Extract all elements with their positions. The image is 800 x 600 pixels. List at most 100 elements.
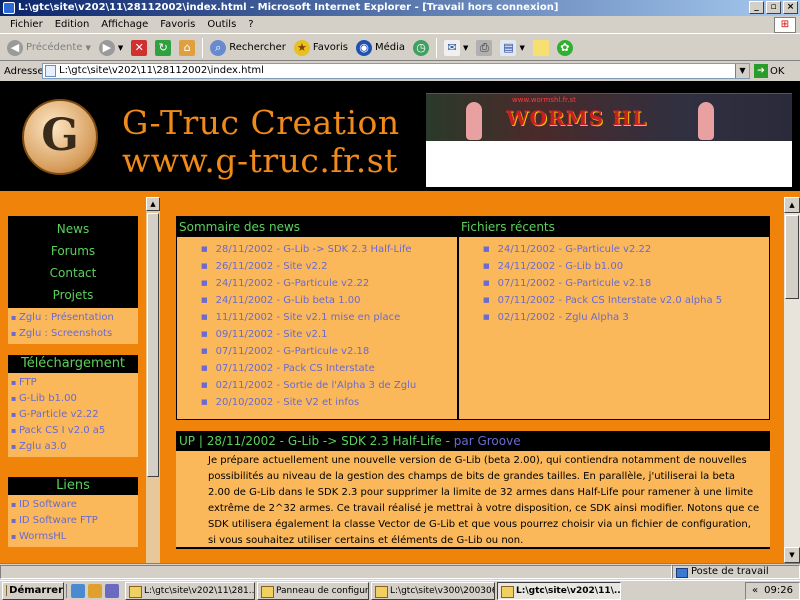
address-input[interactable]: L:\gtc\site\v202\11\28112002\index.html … (42, 63, 750, 79)
tray-expand-button[interactable]: « (752, 585, 758, 596)
media-quicklaunch-icon[interactable] (105, 583, 119, 598)
banner-title: WORMS HL (506, 106, 648, 130)
start-button[interactable]: Démarrer (2, 581, 64, 600)
nav-forums[interactable]: Forums (8, 240, 138, 262)
system-tray: « 09:26 (745, 581, 800, 600)
recent-files-column: Fichiers récents 24/11/2002 - G-Particul… (459, 217, 769, 419)
menu-fichier[interactable]: Fichier (4, 19, 49, 30)
menu-affichage[interactable]: Affichage (95, 19, 154, 30)
wormshl-banner[interactable]: www.wormshl.fr.st WORMS HL (426, 93, 792, 141)
browser-window: L:\gtc\site\v202\11\28112002\index.html … (0, 0, 800, 600)
news-link[interactable]: 07/11/2002 - Pack CS Interstate (201, 360, 457, 377)
search-icon: ⌕ (210, 39, 227, 56)
news-summary-column: Sommaire des news 28/11/2002 - G-Lib -> … (177, 217, 457, 419)
scroll-thumb[interactable] (147, 213, 159, 477)
title-bar: L:\gtc\site\v202\11\28112002\index.html … (0, 0, 800, 16)
history-button[interactable]: ◷ (410, 37, 432, 59)
article-author-link[interactable]: par Groove (454, 434, 521, 448)
media-button[interactable]: ◉ Média (353, 37, 408, 59)
file-link[interactable]: 24/11/2002 - G-Lib b1.00 (483, 258, 769, 275)
projet-link[interactable]: Zglu : Screenshots (11, 326, 135, 342)
favorites-button[interactable]: ★ Favoris (291, 37, 351, 59)
close-button[interactable]: × (783, 1, 798, 14)
search-button[interactable]: ⌕ Rechercher (207, 37, 289, 59)
projet-link[interactable]: Zglu : Présentation (11, 310, 135, 326)
external-link[interactable]: WormsHL (11, 529, 135, 545)
worm-icon (698, 102, 714, 140)
mail-button[interactable]: ✉ ▼ (441, 37, 471, 59)
star-icon: ★ (293, 39, 310, 56)
windows-flag-icon (6, 585, 8, 596)
edit-icon: ▤ (500, 39, 517, 56)
scroll-up-arrow-icon[interactable]: ▲ (784, 197, 800, 213)
go-arrow-icon: ➔ (754, 64, 768, 78)
recent-files-header: Fichiers récents (459, 217, 769, 237)
printer-icon: ⎙ (476, 39, 493, 56)
file-link[interactable]: 02/11/2002 - Zglu Alpha 3 (483, 309, 769, 326)
address-dropdown-button[interactable]: ▼ (735, 64, 749, 78)
scroll-thumb[interactable] (785, 215, 799, 299)
download-link[interactable]: Zglu a3.0 (11, 439, 135, 455)
news-link[interactable]: 20/10/2002 - Site V2 et infos (201, 394, 457, 411)
news-summary-header: Sommaire des news (177, 217, 457, 237)
article-body: Je prépare actuellement une nouvelle ver… (176, 451, 770, 547)
page-scrollbar[interactable]: ▲ ▼ (784, 197, 800, 563)
home-icon: ⌂ (179, 39, 196, 56)
nav-contact[interactable]: Contact (8, 262, 138, 284)
download-link[interactable]: Pack CS I v2.0 a5 (11, 423, 135, 439)
home-button[interactable]: ⌂ (176, 37, 198, 59)
nav-news[interactable]: News (8, 218, 138, 240)
news-link[interactable]: 07/11/2002 - G-Particule v2.18 (201, 343, 457, 360)
desktop-quicklaunch-icon[interactable] (88, 583, 102, 598)
scroll-down-arrow-icon[interactable]: ▼ (784, 547, 800, 563)
news-link[interactable]: 24/11/2002 - G-Lib beta 1.00 (201, 292, 457, 309)
links-header: Liens (8, 477, 138, 495)
download-link[interactable]: G-Lib b1.00 (11, 391, 135, 407)
site-header: G G-Truc Creation www.g-truc.fr.st www.w… (0, 81, 800, 191)
status-bar: Poste de travail (0, 563, 800, 579)
news-link[interactable]: 24/11/2002 - G-Particule v2.22 (201, 275, 457, 292)
news-link[interactable]: 09/11/2002 - Site v2.1 (201, 326, 457, 343)
refresh-button[interactable]: ↻ (152, 37, 174, 59)
scroll-up-arrow-icon[interactable]: ▲ (146, 197, 160, 211)
menu-favoris[interactable]: Favoris (154, 19, 201, 30)
news-link[interactable]: 28/11/2002 - G-Lib -> SDK 2.3 Half-Life (201, 241, 457, 258)
file-link[interactable]: 07/11/2002 - Pack CS Interstate v2.0 alp… (483, 292, 769, 309)
messenger-button[interactable]: ✿ (554, 37, 576, 59)
task-button-control-panel[interactable]: Panneau de configuration (257, 581, 369, 600)
task-button-ie-active[interactable]: L:\gtc\site\v202\11\... (497, 581, 621, 600)
menu-outils[interactable]: Outils (201, 19, 242, 30)
task-button-explorer[interactable]: L:\gtc\site\v202\11\281... (125, 581, 255, 600)
download-link[interactable]: FTP (11, 375, 135, 391)
file-link[interactable]: 07/11/2002 - G-Particule v2.18 (483, 275, 769, 292)
maximize-button[interactable]: ▫ (766, 1, 781, 14)
edit-button[interactable]: ▤ ▼ (497, 37, 527, 59)
news-link[interactable]: 02/11/2002 - Sortie de l'Alpha 3 de Zglu (201, 377, 457, 394)
external-link[interactable]: ID Software (11, 497, 135, 513)
stop-button[interactable]: ✕ (128, 37, 150, 59)
download-box: Téléchargement FTP G-Lib b1.00 G-Particl… (8, 355, 138, 457)
sidebar-scrollbar[interactable]: ▲ (146, 197, 160, 563)
print-button[interactable]: ⎙ (473, 37, 495, 59)
chevron-down-icon: ▼ (85, 43, 91, 52)
stop-icon: ✕ (131, 39, 148, 56)
forward-button[interactable]: ▶ ▼ (96, 37, 126, 59)
file-link[interactable]: 24/11/2002 - G-Particule v2.22 (483, 241, 769, 258)
menu-help[interactable]: ? (242, 19, 259, 30)
task-button-explorer-2[interactable]: L:\gtc\site\v300\200306... (371, 581, 495, 600)
ie-icon (3, 2, 15, 14)
minimize-button[interactable]: _ (749, 1, 764, 14)
back-button[interactable]: ◀ Précédente ▼ (4, 37, 94, 59)
status-zone: Poste de travail (672, 564, 800, 579)
news-link[interactable]: 26/11/2002 - Site v2.2 (201, 258, 457, 275)
notes-button[interactable] (530, 37, 552, 59)
toolbar-separator (202, 37, 204, 58)
nav-projets[interactable]: Projets (8, 284, 138, 306)
download-link[interactable]: G-Particle v2.22 (11, 407, 135, 423)
menu-edition[interactable]: Edition (49, 19, 96, 30)
article-header: UP | 28/11/2002 - G-Lib -> SDK 2.3 Half-… (176, 431, 770, 451)
go-button[interactable]: ➔ OK (754, 64, 784, 78)
news-link[interactable]: 11/11/2002 - Site v2.1 mise en place (201, 309, 457, 326)
ie-quicklaunch-icon[interactable] (71, 583, 85, 598)
external-link[interactable]: ID Software FTP (11, 513, 135, 529)
